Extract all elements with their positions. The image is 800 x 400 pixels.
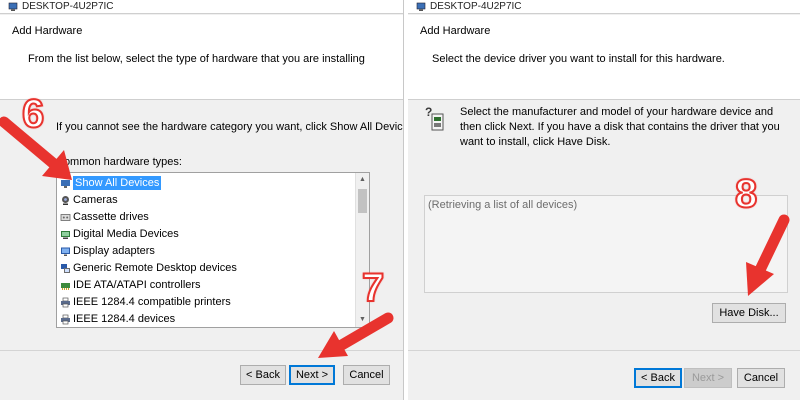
wizard-title: Add Hardware (420, 25, 491, 37)
add-hardware-window-left: DESKTOP-4U2P7IC Add Hardware From the li… (0, 0, 404, 400)
list-item-cameras[interactable]: Cameras (57, 192, 355, 209)
camera-icon (62, 196, 69, 205)
wizard-header: Add Hardware Select the device driver yo… (408, 15, 800, 100)
list-item-digital-media-devices[interactable]: Digital Media Devices (57, 226, 355, 243)
list-item-ieee-1284-4-devices[interactable]: IEEE 1284.4 devices (57, 311, 355, 327)
wizard-subtitle: From the list below, select the type of … (28, 53, 365, 65)
instruction-text: If you cannot see the hardware category … (56, 121, 404, 133)
footer-divider (0, 350, 403, 351)
back-button[interactable]: < Back (634, 368, 682, 388)
next-button[interactable]: Next > (684, 368, 732, 388)
step-number-6: 6 (21, 92, 45, 136)
list-item-label: Generic Remote Desktop devices (73, 262, 237, 274)
step-number-8: 8 (734, 172, 758, 216)
printer-icon (61, 297, 70, 308)
instruction-text: Select the manufacturer and model of you… (460, 106, 780, 148)
digital-media-icon (61, 231, 70, 239)
scroll-up-icon[interactable]: ▲ (356, 173, 369, 187)
computer-icon (416, 2, 426, 11)
wizard-header: Add Hardware From the list below, select… (0, 15, 403, 100)
device-help-icon: ? (425, 105, 444, 131)
list-item-label: Cameras (73, 194, 118, 206)
step-number-7: 7 (361, 266, 385, 310)
list-item-label: IDE ATA/ATAPI controllers (73, 279, 201, 291)
list-item-generic-remote-desktop-devices[interactable]: Generic Remote Desktop devices (57, 260, 355, 277)
remote-desktop-icon (61, 264, 70, 273)
cancel-button[interactable]: Cancel (737, 368, 785, 388)
printer-icon (61, 314, 70, 325)
hardware-types-label: Common hardware types: (56, 156, 182, 168)
list-item-label: Show All Devices (73, 176, 162, 190)
wizard-subtitle: Select the device driver you want to ins… (432, 53, 725, 65)
scroll-down-icon[interactable]: ▼ (356, 313, 369, 327)
list-item-ide-ata-atapi-controllers[interactable]: IDE ATA/ATAPI controllers (57, 277, 355, 294)
title-bar: DESKTOP-4U2P7IC (0, 0, 403, 14)
show-all-devices-icon (61, 180, 70, 188)
list-item-label: Display adapters (73, 245, 155, 257)
list-item-label: Cassette drives (73, 211, 149, 223)
footer-divider (408, 350, 800, 351)
device-list-box[interactable]: (Retrieving a list of all devices) (424, 195, 788, 293)
display-adapter-icon (61, 247, 70, 256)
window-title: DESKTOP-4U2P7IC (430, 1, 522, 12)
window-title: DESKTOP-4U2P7IC (22, 1, 114, 12)
cancel-button[interactable]: Cancel (343, 365, 390, 385)
wizard-title: Add Hardware (12, 25, 83, 37)
hardware-types-list[interactable]: Show All Devices Cameras Cassette drives… (56, 172, 370, 328)
scroll-thumb[interactable] (358, 189, 367, 213)
back-button[interactable]: < Back (240, 365, 286, 385)
list-item-label: IEEE 1284.4 compatible printers (73, 296, 231, 308)
title-bar: DESKTOP-4U2P7IC (408, 0, 800, 14)
list-item-cassette-drives[interactable]: Cassette drives (57, 209, 355, 226)
list-item-show-all-devices[interactable]: Show All Devices (57, 175, 355, 192)
list-item-ieee-1284-4-compatible-printers[interactable]: IEEE 1284.4 compatible printers (57, 294, 355, 311)
computer-icon (8, 2, 18, 11)
list-item-display-adapters[interactable]: Display adapters (57, 243, 355, 260)
list-items: Show All Devices Cameras Cassette drives… (57, 175, 355, 327)
loading-text: (Retrieving a list of all devices) (428, 199, 578, 211)
next-button[interactable]: Next > (289, 365, 335, 385)
cassette-drive-icon (60, 214, 71, 221)
list-item-label: IEEE 1284.4 devices (73, 313, 176, 325)
list-item-label: Digital Media Devices (73, 228, 179, 240)
have-disk-button[interactable]: Have Disk... (712, 303, 786, 323)
ide-controller-icon (61, 283, 70, 290)
svg-text:?: ? (425, 105, 432, 119)
